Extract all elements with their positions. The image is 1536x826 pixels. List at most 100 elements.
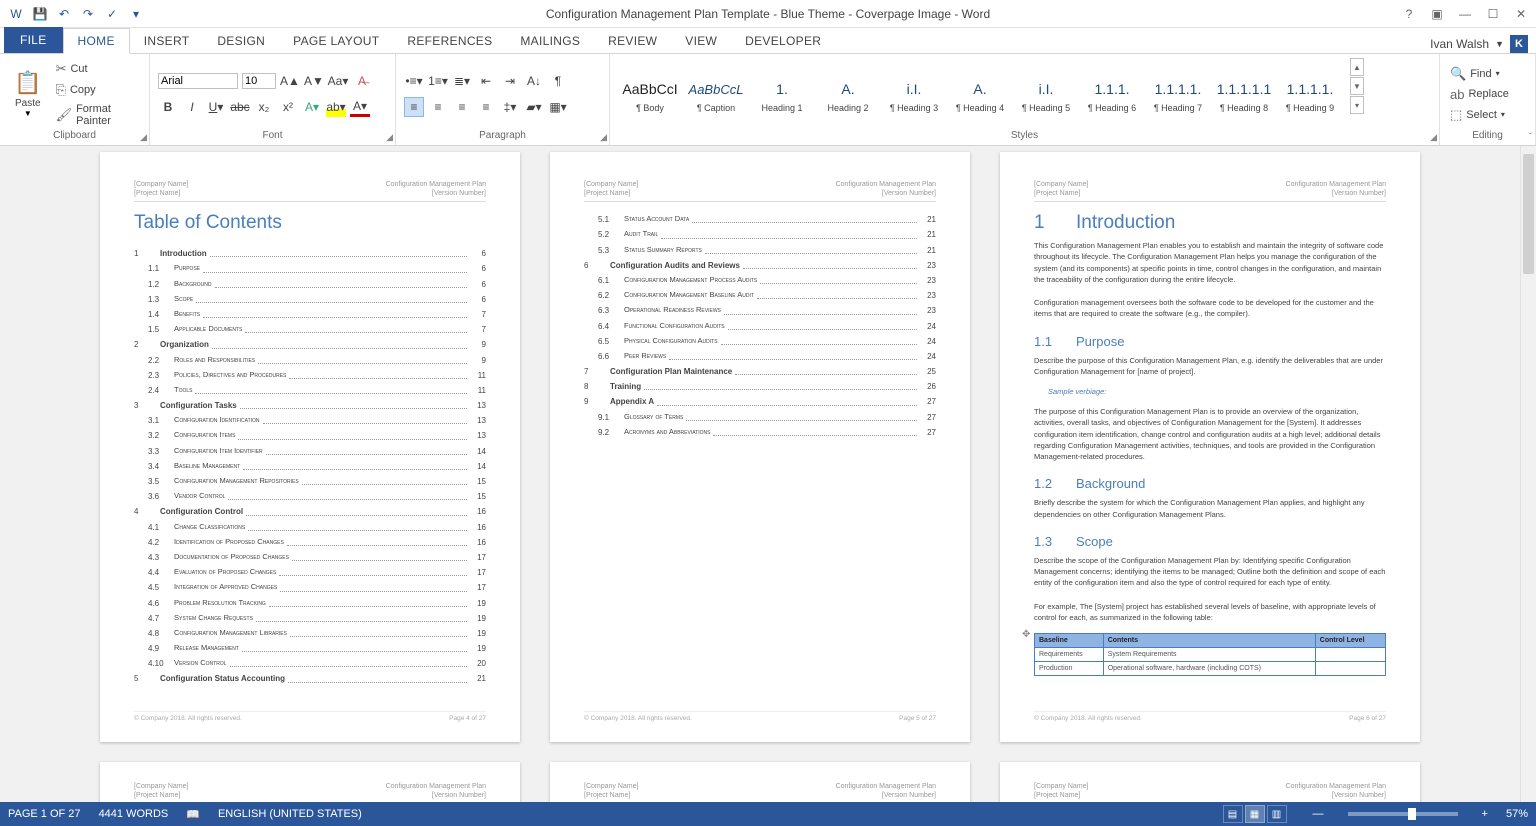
tab-home[interactable]: HOME xyxy=(63,28,130,54)
toc-entry[interactable]: 4.9Release Management19 xyxy=(134,641,486,656)
zoom-in-icon[interactable]: + xyxy=(1482,808,1488,820)
toc-entry[interactable]: 4.1Change Classifications16 xyxy=(134,520,486,535)
toc-entry[interactable]: 3.6Vendor Control15 xyxy=(134,489,486,504)
shading-icon[interactable]: ▰▾ xyxy=(524,97,544,117)
underline-icon[interactable]: U▾ xyxy=(206,97,226,117)
toc-entry[interactable]: 6.4Functional Configuration Audits24 xyxy=(584,319,936,334)
toc-entry[interactable]: 4.6Problem Resolution Tracking19 xyxy=(134,596,486,611)
status-words[interactable]: 4441 WORDS xyxy=(99,808,169,820)
close-icon[interactable]: ✕ xyxy=(1512,7,1530,21)
font-color-icon[interactable]: A▾ xyxy=(350,97,370,117)
toc-entry[interactable]: 2.2Roles and Responsibilities9 xyxy=(134,353,486,368)
clipboard-dialog-launcher-icon[interactable]: ◢ xyxy=(140,132,147,143)
borders-icon[interactable]: ▦▾ xyxy=(548,97,568,117)
toc-entry[interactable]: 4.3Documentation of Proposed Changes17 xyxy=(134,550,486,565)
toc-entry[interactable]: 5Configuration Status Accounting21 xyxy=(134,671,486,686)
toc-entry[interactable]: 4Configuration Control16 xyxy=(134,504,486,519)
toc-entry[interactable]: 6.2Configuration Management Baseline Aud… xyxy=(584,288,936,303)
toc-entry[interactable]: 4.5Integration of Approved Changes17 xyxy=(134,580,486,595)
toc-entry[interactable]: 3.2Configuration Items13 xyxy=(134,428,486,443)
account-area[interactable]: Ivan Walsh ▼ K xyxy=(1430,35,1528,53)
tab-mailings[interactable]: MAILINGS xyxy=(506,29,594,53)
toc-entry[interactable]: 4.4Evaluation of Proposed Changes17 xyxy=(134,565,486,580)
paste-button[interactable]: 📋 Paste ▼ xyxy=(8,58,48,130)
toc-entry[interactable]: 6Configuration Audits and Reviews23 xyxy=(584,258,936,273)
style-item[interactable]: 1.1.1.1.¶ Heading 9 xyxy=(1278,65,1342,123)
toc-entry[interactable]: 1.1Purpose6 xyxy=(134,261,486,276)
superscript-icon[interactable]: x² xyxy=(278,97,298,117)
multilevel-list-icon[interactable]: ≣▾ xyxy=(452,71,472,91)
toc-entry[interactable]: 9Appendix A27 xyxy=(584,394,936,409)
paragraph-dialog-launcher-icon[interactable]: ◢ xyxy=(600,132,607,143)
toc-entry[interactable]: 5.3Status Summary Reports21 xyxy=(584,243,936,258)
show-marks-icon[interactable]: ¶ xyxy=(548,71,568,91)
status-proofing-icon[interactable]: 📖 xyxy=(186,808,200,821)
toc-entry[interactable]: 3.3Configuration Item Identifier14 xyxy=(134,444,486,459)
print-layout-icon[interactable]: ▦ xyxy=(1245,805,1265,823)
toc-entry[interactable]: 6.6Peer Reviews24 xyxy=(584,349,936,364)
replace-button[interactable]: abReplace xyxy=(1448,86,1511,103)
subscript-icon[interactable]: x₂ xyxy=(254,97,274,117)
tab-developer[interactable]: DEVELOPER xyxy=(731,29,835,53)
toc-entry[interactable]: 3.4Baseline Management14 xyxy=(134,459,486,474)
toc-entry[interactable]: 5.2Audit Trail21 xyxy=(584,227,936,242)
shrink-font-icon[interactable]: A▼ xyxy=(304,71,324,91)
cut-button[interactable]: ✂Cut xyxy=(54,60,141,78)
styles-scroll-up-icon[interactable]: ▲ xyxy=(1350,58,1364,76)
style-item[interactable]: 1.1.1.1.1¶ Heading 8 xyxy=(1212,65,1276,123)
toc-entry[interactable]: 4.2Identification of Proposed Changes16 xyxy=(134,535,486,550)
zoom-level[interactable]: 57% xyxy=(1506,808,1528,820)
toc-entry[interactable]: 1.2Background6 xyxy=(134,277,486,292)
tab-page-layout[interactable]: PAGE LAYOUT xyxy=(279,29,393,53)
scrollbar-thumb[interactable] xyxy=(1523,154,1534,274)
spellcheck-icon[interactable]: ✓ xyxy=(104,6,120,22)
style-item[interactable]: A.¶ Heading 4 xyxy=(948,65,1012,123)
font-dialog-launcher-icon[interactable]: ◢ xyxy=(386,132,393,143)
copy-button[interactable]: ⎘Copy xyxy=(54,81,141,99)
select-button[interactable]: ⬚Select▾ xyxy=(1448,106,1511,124)
italic-icon[interactable]: I xyxy=(182,97,202,117)
save-icon[interactable]: 💾 xyxy=(32,6,48,22)
align-left-icon[interactable]: ≡ xyxy=(404,97,424,117)
format-painter-button[interactable]: 🖌Format Painter xyxy=(54,102,141,128)
zoom-slider[interactable] xyxy=(1348,812,1458,816)
document-area[interactable]: [Company Name][Project Name] Configurati… xyxy=(0,146,1520,802)
zoom-out-icon[interactable]: — xyxy=(1313,808,1324,820)
toc-entry[interactable]: 3Configuration Tasks13 xyxy=(134,398,486,413)
decrease-indent-icon[interactable]: ⇤ xyxy=(476,71,496,91)
grow-font-icon[interactable]: A▲ xyxy=(280,71,300,91)
toc-entry[interactable]: 2.4Tools11 xyxy=(134,383,486,398)
toc-entry[interactable]: 4.7System Change Requests19 xyxy=(134,611,486,626)
minimize-icon[interactable]: — xyxy=(1456,7,1474,21)
style-item[interactable]: i.I.¶ Heading 5 xyxy=(1014,65,1078,123)
line-spacing-icon[interactable]: ‡▾ xyxy=(500,97,520,117)
toc-entry[interactable]: 5.1Status Account Data21 xyxy=(584,212,936,227)
tab-references[interactable]: REFERENCES xyxy=(393,29,506,53)
toc-entry[interactable]: 1.5Applicable Documents7 xyxy=(134,322,486,337)
text-effects-icon[interactable]: A▾ xyxy=(302,97,322,117)
collapse-ribbon-icon[interactable]: ˇ xyxy=(1529,132,1532,143)
read-mode-icon[interactable]: ▤ xyxy=(1223,805,1243,823)
status-page[interactable]: PAGE 1 OF 27 xyxy=(8,808,81,820)
tab-insert[interactable]: INSERT xyxy=(130,29,204,53)
font-name-select[interactable] xyxy=(158,73,238,89)
tab-view[interactable]: VIEW xyxy=(671,29,731,53)
highlight-icon[interactable]: ab▾ xyxy=(326,97,346,117)
vertical-scrollbar[interactable] xyxy=(1520,146,1536,802)
align-right-icon[interactable]: ≡ xyxy=(452,97,472,117)
qat-customize-icon[interactable]: ▾ xyxy=(128,6,144,22)
align-center-icon[interactable]: ≡ xyxy=(428,97,448,117)
table-anchor-icon[interactable]: ✥ xyxy=(1022,629,1030,640)
toc-entry[interactable]: 6.5Physical Configuration Audits24 xyxy=(584,334,936,349)
style-item[interactable]: A.Heading 2 xyxy=(816,65,880,123)
toc-entry[interactable]: 9.1Glossary of Terms27 xyxy=(584,410,936,425)
toc-entry[interactable]: 2.3Policies, Directives and Procedures11 xyxy=(134,368,486,383)
account-dropdown-icon[interactable]: ▼ xyxy=(1495,39,1504,49)
toc-entry[interactable]: 3.1Configuration Identification13 xyxy=(134,413,486,428)
toc-entry[interactable]: 4.8Configuration Management Libraries19 xyxy=(134,626,486,641)
style-item[interactable]: AaBbCcL¶ Caption xyxy=(684,65,748,123)
styles-dialog-launcher-icon[interactable]: ◢ xyxy=(1430,132,1437,143)
bullets-icon[interactable]: •≡▾ xyxy=(404,71,424,91)
tab-design[interactable]: DESIGN xyxy=(203,29,279,53)
maximize-icon[interactable]: ☐ xyxy=(1484,7,1502,21)
